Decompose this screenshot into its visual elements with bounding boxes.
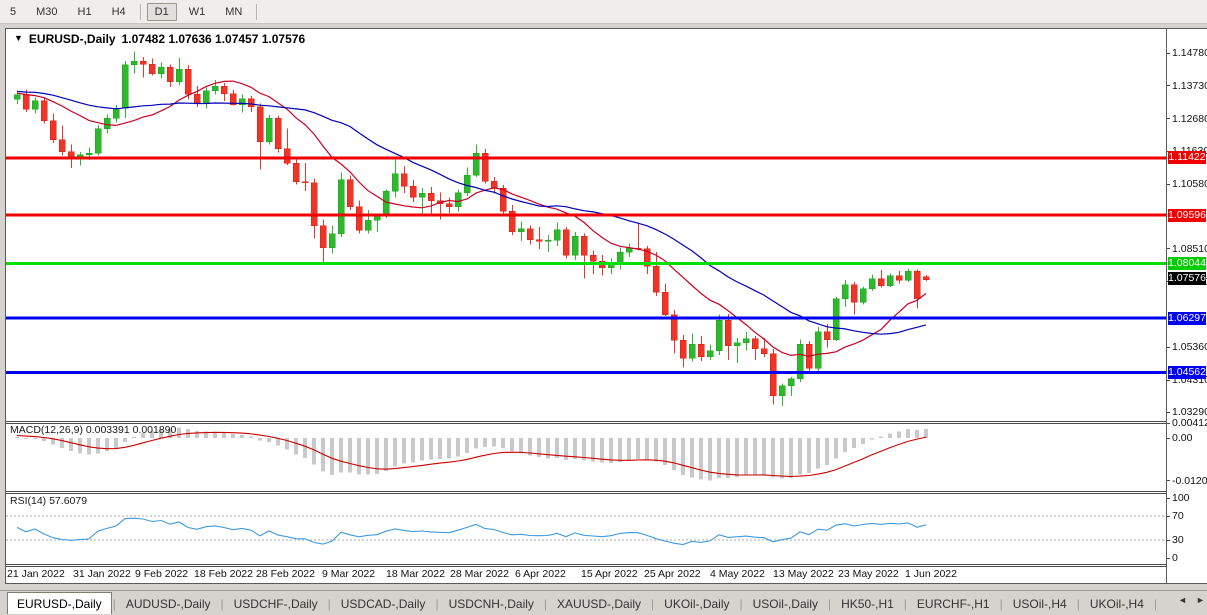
date-axis-label: 9 Feb 2022 xyxy=(135,568,188,580)
date-axis-label: 21 Jan 2022 xyxy=(7,568,65,580)
tab-separator: | xyxy=(650,597,655,611)
timeframe-button-m30[interactable]: M30 xyxy=(28,3,65,21)
macd-tick-label: 0.00 xyxy=(1172,432,1192,444)
timeframe-button-w1[interactable]: W1 xyxy=(181,3,214,21)
chart-tab-ukoil-daily[interactable]: UKOil-,Daily xyxy=(655,593,738,614)
chart-window: ▼ EURUSD-,Daily 1.07482 1.07636 1.07457 … xyxy=(5,28,1207,584)
toolbar-separator xyxy=(256,4,257,20)
tab-scroll-left-icon[interactable]: ◄ xyxy=(1178,595,1187,605)
price-tick-label: 1.03290 xyxy=(1172,406,1207,418)
price-tick-mark xyxy=(1167,184,1170,185)
chart-plot-area[interactable] xyxy=(6,29,1167,583)
tab-separator: | xyxy=(739,597,744,611)
price-tick-mark xyxy=(1167,498,1170,499)
current-price-badge: 1.07576 xyxy=(1168,272,1206,285)
level-price-badge: 1.09596 xyxy=(1168,209,1206,222)
timeframe-button-mn[interactable]: MN xyxy=(217,3,250,21)
chart-tab-hk50-h1[interactable]: HK50-,H1 xyxy=(832,593,903,614)
date-axis-label: 31 Jan 2022 xyxy=(73,568,131,580)
tab-separator: | xyxy=(1153,597,1158,611)
chart-tab-xauusd-daily[interactable]: XAUUSD-,Daily xyxy=(548,593,650,614)
price-tick-label: 1.12680 xyxy=(1172,113,1207,125)
tab-separator: | xyxy=(220,597,225,611)
chart-tab-usdchf-daily[interactable]: USDCHF-,Daily xyxy=(225,593,327,614)
macd-tick-label: -0.012097 xyxy=(1172,475,1207,487)
level-price-badge: 1.06297 xyxy=(1168,312,1206,325)
tab-separator: | xyxy=(112,597,117,611)
chart-tab-usoil-h4[interactable]: USOil-,H4 xyxy=(1004,593,1076,614)
tab-separator: | xyxy=(827,597,832,611)
date-axis-label: 1 Jun 2022 xyxy=(905,568,957,580)
price-tick-label: 1.08510 xyxy=(1172,243,1207,255)
rsi-tick-label: 30 xyxy=(1172,534,1184,546)
price-tick-mark xyxy=(1167,85,1170,86)
timeframe-button-5[interactable]: 5 xyxy=(2,3,24,21)
chart-tab-usdcnh-daily[interactable]: USDCNH-,Daily xyxy=(440,593,543,614)
rsi-tick-label: 100 xyxy=(1172,492,1190,504)
date-axis-label: 18 Feb 2022 xyxy=(194,568,253,580)
chart-tab-audusd-daily[interactable]: AUDUSD-,Daily xyxy=(117,593,220,614)
price-tick-mark xyxy=(1167,423,1170,424)
tab-scroll-right-icon[interactable]: ► xyxy=(1196,595,1205,605)
tab-separator: | xyxy=(903,597,908,611)
macd-indicator-label: MACD(12,26,9) 0.003391 0.001890 xyxy=(10,424,176,436)
price-tick-mark xyxy=(1167,347,1170,348)
toolbar-separator xyxy=(140,4,141,20)
price-tick-mark xyxy=(1167,118,1170,119)
price-tick-mark xyxy=(1167,248,1170,249)
date-axis-label: 25 Apr 2022 xyxy=(644,568,701,580)
symbol-dropdown-icon[interactable]: ▼ xyxy=(14,33,23,43)
level-price-badge: 1.08044 xyxy=(1168,257,1206,270)
price-tick-label: 1.13730 xyxy=(1172,80,1207,92)
rsi-tick-label: 0 xyxy=(1172,552,1178,564)
level-price-badge: 1.04562 xyxy=(1168,366,1206,379)
timeframe-button-h4[interactable]: H4 xyxy=(104,3,134,21)
chart-tab-eurchf-h1[interactable]: EURCHF-,H1 xyxy=(908,593,999,614)
chart-tab-eurusd-daily[interactable]: EURUSD-,Daily xyxy=(7,592,112,614)
date-axis-label: 13 May 2022 xyxy=(773,568,834,580)
timeframe-button-d1[interactable]: D1 xyxy=(147,3,177,21)
tab-separator: | xyxy=(543,597,548,611)
tab-separator: | xyxy=(1076,597,1081,611)
chart-tab-bar: EURUSD-,Daily|AUDUSD-,Daily|USDCHF-,Dail… xyxy=(0,590,1207,614)
price-axis[interactable]: 1.147801.137301.126801.116301.105801.085… xyxy=(1166,29,1207,583)
date-axis-label: 23 May 2022 xyxy=(838,568,899,580)
chart-tab-ukoil-h4[interactable]: UKOil-,H4 xyxy=(1081,593,1153,614)
chart-tab-usoil-daily[interactable]: USOil-,Daily xyxy=(744,593,827,614)
date-axis-label: 28 Mar 2022 xyxy=(450,568,509,580)
rsi-tick-label: 70 xyxy=(1172,510,1184,522)
price-tick-mark xyxy=(1167,438,1170,439)
timeframe-toolbar: 5M30 H1H4 D1W1MN xyxy=(0,0,1207,24)
price-tick-label: 1.10580 xyxy=(1172,178,1207,190)
price-tick-mark xyxy=(1167,540,1170,541)
date-axis-label: 9 Mar 2022 xyxy=(322,568,375,580)
tab-separator: | xyxy=(327,597,332,611)
timeframe-button-h1[interactable]: H1 xyxy=(70,3,100,21)
chart-tab-usdcad-daily[interactable]: USDCAD-,Daily xyxy=(332,593,435,614)
price-tick-mark xyxy=(1167,480,1170,481)
date-axis-label: 28 Feb 2022 xyxy=(256,568,315,580)
rsi-indicator-label: RSI(14) 57.6079 xyxy=(10,495,87,507)
chart-title: ▼ EURUSD-,Daily 1.07482 1.07636 1.07457 … xyxy=(14,32,305,46)
tab-separator: | xyxy=(434,597,439,611)
date-axis-label: 15 Apr 2022 xyxy=(581,568,638,580)
price-tick-label: 1.05360 xyxy=(1172,341,1207,353)
date-axis-label: 6 Apr 2022 xyxy=(515,568,566,580)
price-tick-mark xyxy=(1167,380,1170,381)
price-tick-mark xyxy=(1167,412,1170,413)
price-tick-mark xyxy=(1167,53,1170,54)
chart-ohlc-values: 1.07482 1.07636 1.07457 1.07576 xyxy=(122,32,306,46)
chart-symbol-label: EURUSD-,Daily xyxy=(29,32,116,46)
price-tick-label: 1.14780 xyxy=(1172,47,1207,59)
date-axis-label: 18 Mar 2022 xyxy=(386,568,445,580)
date-axis-label: 4 May 2022 xyxy=(710,568,765,580)
tab-separator: | xyxy=(999,597,1004,611)
price-tick-mark xyxy=(1167,516,1170,517)
macd-tick-label: 0.004128 xyxy=(1172,417,1207,429)
level-price-badge: 1.11422 xyxy=(1168,151,1206,164)
price-tick-mark xyxy=(1167,558,1170,559)
